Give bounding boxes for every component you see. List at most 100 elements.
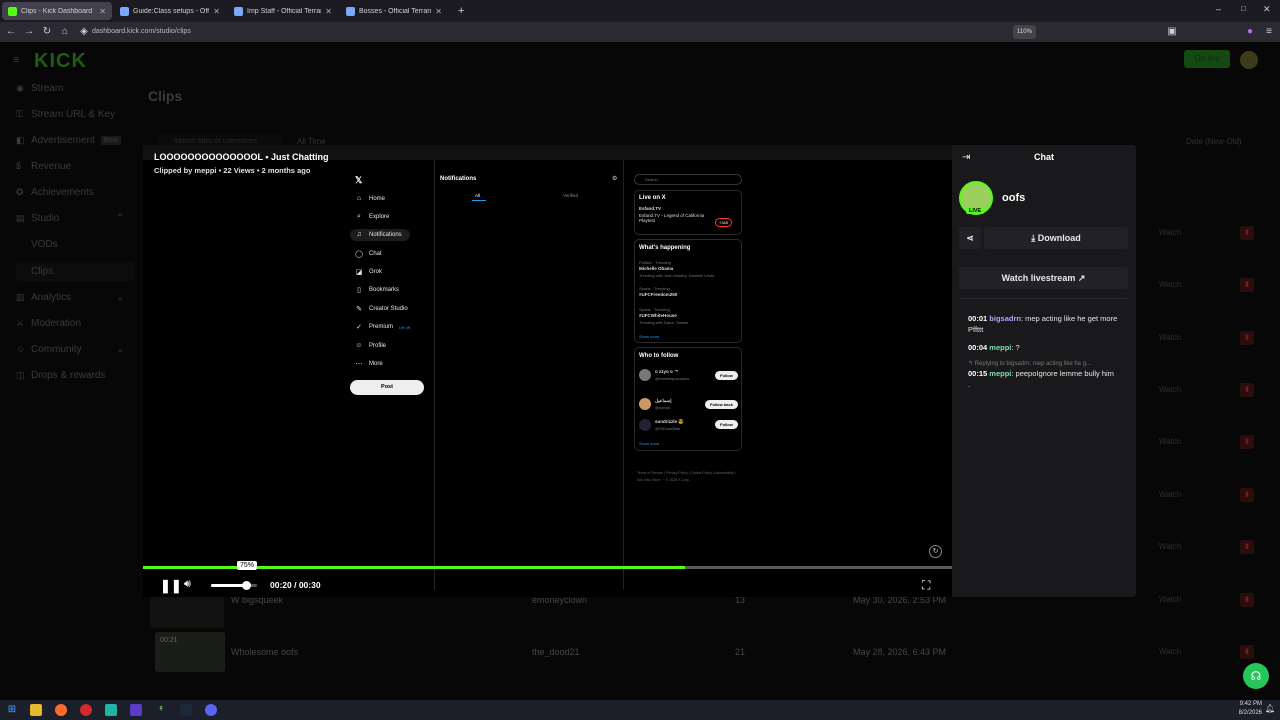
trash-icon[interactable]: ▮ [1240,331,1254,345]
trash-icon[interactable]: ▮ [1240,593,1254,607]
chevron-down-icon: ⌄ [116,344,125,355]
file-explorer-icon[interactable] [30,704,42,716]
clip-channel: the_dood21 [532,647,580,657]
trash-icon[interactable]: ▮ [1240,488,1254,502]
zoom-level[interactable]: 110% [1013,25,1036,39]
window-close-icon[interactable]: ✕ [1263,4,1271,15]
minimize-icon[interactable]: – [1216,4,1221,14]
notification-bell-icon[interactable]: 🔔︎ [1265,704,1275,713]
close-icon[interactable]: ✕ [99,7,106,16]
kick-logo[interactable]: KICK [34,50,87,73]
sidebar-item-drops[interactable]: ◫ Drops & rewards [16,370,105,381]
trash-icon[interactable]: ▮ [1240,383,1254,397]
terraria-icon[interactable]: ↟ [155,704,167,716]
pause-button[interactable]: ❚❚ [160,578,182,594]
go-live-button[interactable]: Go live [1184,50,1230,68]
watch-button[interactable]: Watch [1159,595,1181,604]
clock-time[interactable]: 9:42 PM [1232,701,1262,707]
x-nav-explore: ⌕ Explore [355,213,389,221]
browser-tab[interactable]: Guide:Class setups - Official Ter ✕ [114,2,226,20]
seek-bar[interactable] [143,566,952,569]
sort-select[interactable]: Date (New-Old) [1186,137,1242,146]
show-more: Show more [639,334,660,339]
avatar[interactable] [1240,51,1258,69]
volume-knob[interactable] [241,581,251,590]
profile-icon[interactable]: ● [1243,25,1257,39]
new-tab-button[interactable]: + [452,2,468,20]
beta-badge: Beta [100,136,122,145]
windows-start-icon[interactable]: ⊞ [6,704,18,716]
table-row[interactable]: 00:21 Wholesome oofs the_dood21 21 May 2… [150,632,1265,672]
watch-button[interactable]: Watch [1159,385,1181,394]
support-chat-icon[interactable]: ☊ [1243,663,1269,689]
sidebar-item-studio[interactable]: ▤ Studio ⌃ [16,213,124,224]
browser-tab[interactable]: Clips - Kick Dashboard ✕ [2,2,112,20]
watch-button[interactable]: Watch [1159,647,1181,656]
hamburger-icon[interactable]: ≡ [13,54,19,66]
trend-cat: Sports · Trending [639,286,670,291]
discord-icon[interactable] [205,704,217,716]
x-nav-profile: ☺ Profile [355,342,387,349]
app-icon[interactable] [130,704,142,716]
browser-tab[interactable]: Bosses - Official Terraria Wiki ✕ [340,2,448,20]
share-button[interactable]: ⋖ [959,227,981,249]
back-icon[interactable]: ← [4,25,18,39]
close-icon[interactable]: ✕ [325,7,332,16]
x-tab-verified: Verified [563,193,579,198]
volume-icon[interactable]: 🔊︎ [184,578,191,591]
home-icon[interactable]: ⌂ [58,25,72,39]
clock-date[interactable]: 8/2/2026 [1232,710,1262,716]
gear-icon: ⚙ [612,176,618,182]
sidebar-item-advertisement[interactable]: ◧ Advertisement Beta [16,135,122,146]
firefox-icon[interactable] [55,704,67,716]
watch-button[interactable]: Watch [1159,490,1181,499]
url-bar[interactable]: dashboard.kick.com/studio/clips [92,25,992,39]
sidebar-item-revenue[interactable]: $ Revenue [16,161,71,172]
watch-button[interactable]: Watch [1159,333,1181,342]
sidebar-item-community[interactable]: ☺ Community ⌄ [16,344,124,355]
volume-slider[interactable] [211,581,257,590]
reload-icon[interactable]: ↻ [40,25,54,39]
fullscreen-icon[interactable]: ⛶ [922,578,930,593]
clip-thumbnail [150,592,224,628]
wiki-favicon-icon [120,6,129,16]
sidebar-item-stream[interactable]: ◉ Stream [16,83,63,94]
trash-icon[interactable]: ▮ [1240,278,1254,292]
close-icon[interactable]: ✕ [435,7,442,16]
download-button[interactable]: ⤓ Download [984,227,1128,249]
trash-icon[interactable]: ▮ [1240,540,1254,554]
forward-icon[interactable]: → [22,25,36,39]
opera-icon[interactable] [80,704,92,716]
watch-button[interactable]: Watch [1159,542,1181,551]
sidebar-item-vods[interactable]: VODs [31,239,58,250]
trash-icon[interactable]: ▮ [1240,645,1254,659]
follow-handle: @marketspaceplus [655,376,690,381]
live-badge: LIVE [966,208,985,214]
clip-player[interactable] [143,145,952,597]
shield-icon[interactable]: ◈ [77,25,91,39]
sidebar-item-achievements[interactable]: ✪ Achievements [16,187,94,198]
trend-name: #UFCWhiteHouse [639,313,677,318]
sidebar-item-moderation[interactable]: ⚔ Moderation [16,318,81,329]
bookmark-icon: ▯ [357,287,361,294]
watch-button[interactable]: Watch [1159,437,1181,446]
watch-livestream-button[interactable]: Watch livestream ↗ [959,267,1128,289]
sidebar-item-stream-url[interactable]: ⚿ Stream URL & Key [16,109,115,120]
app-icon[interactable] [105,704,117,716]
sidebar-item-analytics[interactable]: ▥ Analytics ⌄ [16,292,124,303]
refresh-icon[interactable]: ↻ [929,545,942,558]
megaphone-icon: ◧ [16,135,25,145]
watch-button[interactable]: Watch [1159,280,1181,289]
channel-name[interactable]: oofs [1002,192,1025,204]
sidebar-item-clips[interactable]: Clips [31,266,53,277]
close-icon[interactable]: ✕ [213,7,220,16]
watch-button[interactable]: Watch [1159,228,1181,237]
browser-tab[interactable]: Imp Staff - Official Terraria Wiki ✕ [228,2,338,20]
trash-icon[interactable]: ▮ [1240,435,1254,449]
x-nav-home: ⌂ Home [356,195,386,202]
steam-icon[interactable] [180,704,192,716]
extension-icon[interactable]: ▣ [1165,25,1179,39]
trash-icon[interactable]: ▮ [1240,226,1254,240]
menu-icon[interactable]: ≡ [1262,25,1276,39]
maximize-icon[interactable]: □ [1241,4,1246,13]
